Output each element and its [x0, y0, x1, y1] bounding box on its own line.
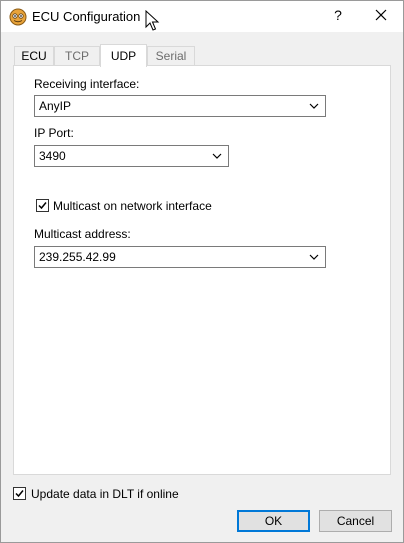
help-button[interactable]: ?: [331, 7, 345, 23]
multicast-checkbox-label[interactable]: Multicast on network interface: [53, 199, 212, 213]
tab-serial[interactable]: Serial: [147, 46, 195, 65]
ecu-configuration-dialog: ECU Configuration ? ECU TCP UDP Serial R…: [0, 0, 404, 543]
checkmark-icon: [15, 490, 24, 498]
update-dlt-checkbox-label[interactable]: Update data in DLT if online: [31, 487, 179, 501]
chevron-down-icon: [309, 103, 319, 109]
chevron-down-icon: [309, 254, 319, 260]
chevron-down-icon: [212, 153, 222, 159]
multicast-checkbox[interactable]: [36, 199, 49, 212]
tab-ecu[interactable]: ECU: [14, 46, 54, 65]
title-bar[interactable]: ECU Configuration ?: [1, 1, 403, 32]
receiving-interface-label: Receiving interface:: [34, 77, 140, 91]
close-icon[interactable]: [371, 5, 391, 25]
multicast-address-dropdown[interactable]: 239.255.42.99: [34, 246, 326, 268]
tab-udp[interactable]: UDP: [100, 44, 147, 67]
app-icon: [9, 8, 27, 26]
tab-tcp[interactable]: TCP: [54, 46, 100, 65]
multicast-address-value: 239.255.42.99: [39, 250, 116, 264]
mouse-cursor-icon: [145, 10, 160, 31]
receiving-interface-dropdown[interactable]: AnyIP: [34, 95, 326, 117]
ip-port-dropdown[interactable]: 3490: [34, 145, 229, 167]
cancel-button[interactable]: Cancel: [319, 510, 392, 532]
checkmark-icon: [38, 202, 47, 210]
udp-tab-panel: Receiving interface: AnyIP IP Port: 3490…: [13, 65, 391, 475]
multicast-address-label: Multicast address:: [34, 227, 131, 241]
ok-button[interactable]: OK: [237, 510, 310, 532]
ip-port-label: IP Port:: [34, 126, 74, 140]
receiving-interface-value: AnyIP: [39, 99, 72, 113]
update-dlt-checkbox[interactable]: [13, 487, 26, 500]
window-title: ECU Configuration: [32, 9, 141, 24]
ip-port-value: 3490: [39, 149, 66, 163]
